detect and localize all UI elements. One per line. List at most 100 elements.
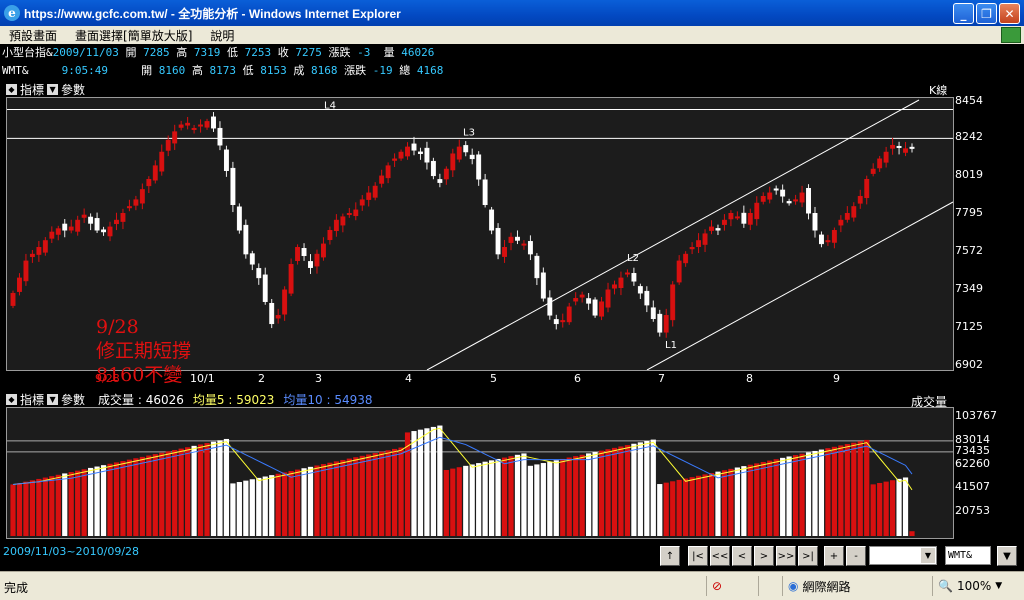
volume-bar [586, 453, 592, 536]
volume-bar [514, 454, 521, 536]
period-select[interactable]: ▼ [869, 546, 937, 565]
volume-bar [275, 473, 281, 536]
volume-y-tick: 41507 [955, 480, 990, 494]
candle-body [282, 289, 288, 315]
volume-bar [676, 479, 682, 536]
quote-row-2: WMT& 9:05:49 開 8160 高 8173 低 8153 成 8168… [0, 62, 1024, 79]
param-menu[interactable]: 參數 [61, 391, 85, 408]
diamond-icon[interactable]: ◆ [6, 83, 17, 95]
candle-body [573, 298, 579, 302]
candle-body [670, 284, 676, 321]
scroll-up-button[interactable]: ↑ [660, 546, 680, 566]
price-x-label: 9/28 [95, 372, 120, 385]
volume-bar [346, 458, 352, 536]
volume-bar [792, 455, 799, 536]
candle-body [734, 216, 740, 219]
price-x-label: 3 [315, 372, 322, 385]
volume-chart[interactable] [6, 407, 954, 539]
candle-body [495, 227, 501, 255]
menu-screen-select[interactable]: 畫面選擇[簡單放大版] [66, 27, 201, 44]
volume-bar [657, 484, 663, 536]
next-button[interactable]: > [754, 546, 774, 566]
volume-bar [889, 480, 896, 536]
close-button[interactable]: ✕ [999, 3, 1020, 24]
price-y-tick: 7125 [955, 320, 983, 334]
symbol-input[interactable]: WMT& [945, 546, 991, 565]
volume-bar [812, 450, 818, 536]
zoom-out-button[interactable]: - [846, 546, 866, 566]
dropdown-icon[interactable]: ▼ [47, 393, 59, 405]
candle-body [903, 148, 908, 153]
bottom-toolbar: 2009/11/03~2010/09/28 ↑ |< << < > >> >| … [0, 543, 1024, 571]
ma5-value: 均量5 : 59023 [192, 392, 275, 407]
menu-default-view[interactable]: 預設畫面 [0, 27, 66, 44]
dropdown-icon[interactable]: ▼ [47, 83, 59, 95]
volume-bar [540, 463, 546, 536]
page-forward-button[interactable]: >> [776, 546, 796, 566]
volume-bar [81, 469, 87, 536]
candle-body [165, 139, 171, 151]
indicator-menu[interactable]: 指標 [20, 391, 44, 408]
grid-icon[interactable] [1001, 27, 1021, 43]
candle-body [909, 146, 915, 149]
volume-bar [404, 432, 411, 536]
candle-body [308, 261, 313, 268]
candle-body [864, 178, 870, 199]
zoom-control[interactable]: 🔍 100% ▼ [932, 576, 1020, 596]
candle-body [760, 195, 766, 202]
diamond-icon[interactable]: ◆ [6, 393, 17, 405]
volume-bar [172, 449, 178, 536]
chevron-down-icon[interactable]: ▼ [995, 581, 1002, 591]
volume-value: 成交量 : 46026 [98, 392, 184, 407]
maximize-button[interactable]: ❐ [976, 3, 997, 24]
label-l3: L3 [463, 127, 475, 138]
volume-bar [120, 461, 126, 536]
volume-bar [747, 464, 753, 536]
popup-blocker-icon[interactable]: ⊘ [706, 576, 756, 596]
menu-help[interactable]: 說明 [201, 27, 243, 44]
minimize-button[interactable]: _ [953, 3, 974, 24]
candle-body [463, 145, 469, 153]
volume-bar [579, 454, 585, 536]
candle-body [114, 219, 119, 225]
candle-body [101, 229, 106, 233]
volume-bar [159, 452, 165, 536]
volume-bar [637, 442, 643, 536]
candle-body [612, 284, 617, 289]
candle-body [411, 143, 417, 151]
volume-bar [314, 465, 320, 536]
candle-body [689, 247, 695, 250]
volume-bar [521, 453, 527, 536]
zone-indicator[interactable]: ◉ 網際網路 [782, 576, 932, 596]
page-back-button[interactable]: << [710, 546, 730, 566]
volume-bar [353, 457, 359, 536]
prev-button[interactable]: < [732, 546, 752, 566]
candle-body [55, 228, 61, 235]
price-y-tick: 7572 [955, 244, 983, 258]
candle-body [320, 243, 326, 258]
zoom-in-button[interactable]: + [824, 546, 844, 566]
candle-body [456, 146, 462, 160]
candle-body [469, 154, 475, 160]
chevron-down-icon[interactable]: ▼ [921, 548, 935, 563]
volume-bar [288, 470, 294, 536]
candle-body [217, 127, 223, 146]
volume-bar [437, 425, 443, 536]
candle-body [702, 233, 708, 245]
volume-bar [75, 470, 81, 536]
trend-line-upper [426, 99, 920, 371]
first-button[interactable]: |< [688, 546, 708, 566]
volume-bar [825, 448, 831, 536]
candle-body [618, 277, 624, 289]
last-button[interactable]: >| [798, 546, 818, 566]
param-menu[interactable]: 參數 [61, 81, 85, 98]
symbol-dropdown-button[interactable]: ▼ [997, 546, 1017, 566]
volume-bar [773, 459, 779, 536]
indicator-menu[interactable]: 指標 [20, 81, 44, 98]
candle-body [728, 212, 734, 220]
volume-y-tick: 73435 [955, 443, 990, 457]
candle-body [838, 219, 844, 226]
volume-bar [16, 483, 23, 536]
volume-bar [262, 476, 268, 536]
candle-body [81, 214, 87, 218]
